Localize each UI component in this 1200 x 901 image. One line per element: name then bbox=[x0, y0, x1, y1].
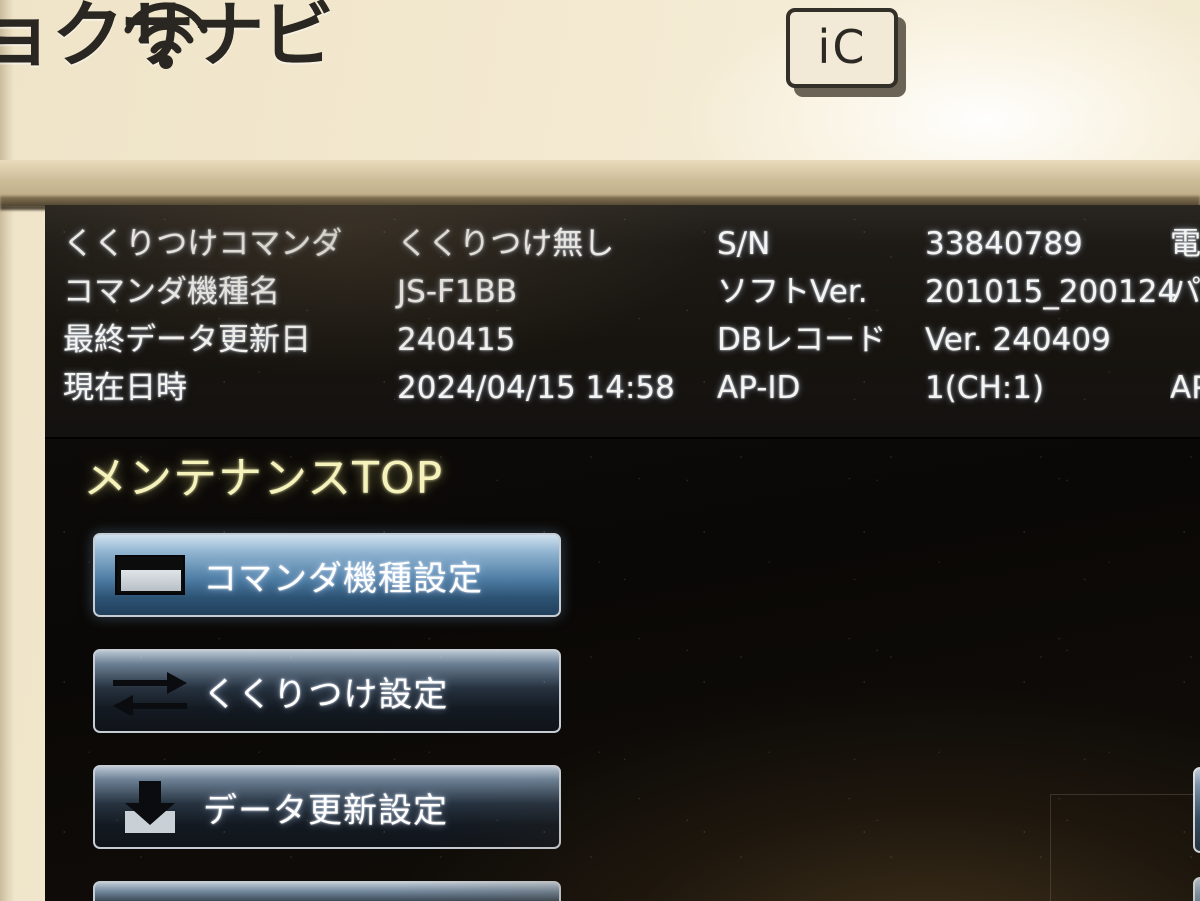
download-icon bbox=[125, 781, 175, 833]
info-value: JS-F1BB bbox=[397, 274, 518, 310]
side-button[interactable] bbox=[1193, 767, 1200, 853]
felica-ic-mark: iC bbox=[786, 8, 906, 97]
maintenance-menu-list: コマンダ機種設定 くくりつけ設定 データ更新設定 bbox=[93, 533, 561, 881]
side-button-column bbox=[1193, 767, 1200, 901]
icon-slot bbox=[95, 535, 203, 615]
menu-item-partial[interactable] bbox=[93, 881, 561, 901]
info-row: コマンダ機種名 JS-F1BB ソフトVer. 201015_200124 パ bbox=[45, 269, 1200, 317]
info-value: Ver. 240409 bbox=[925, 322, 1111, 358]
info-value: くくりつけ無し bbox=[397, 226, 615, 262]
ic-mark-label: iC bbox=[817, 19, 867, 74]
info-label: コマンダ機種名 bbox=[63, 274, 280, 310]
icon-slot bbox=[95, 767, 203, 847]
swap-arrows-icon bbox=[113, 672, 187, 715]
lcd-screen: くくりつけコマンダ くくりつけ無し S/N 33840789 電 コマンダ機種名… bbox=[45, 205, 1200, 901]
info-value: 201015_200124 bbox=[925, 274, 1178, 310]
terminal-photo: ョクサナビ iC くくりつけコマンダ くくりつけ無し S/N 33840789 … bbox=[0, 0, 1200, 901]
info-label-clipped: パ bbox=[1170, 274, 1200, 310]
commander-device-illustration bbox=[645, 894, 1065, 901]
menu-item-label: データ更新設定 bbox=[203, 790, 448, 831]
menu-item-commander-model-settings[interactable]: コマンダ機種設定 bbox=[93, 533, 561, 617]
info-label: 最終データ更新日 bbox=[63, 322, 311, 358]
menu-item-pairing-settings[interactable]: くくりつけ設定 bbox=[93, 649, 561, 733]
menu-item-label: くくりつけ設定 bbox=[203, 674, 449, 715]
info-label-clipped: AP bbox=[1170, 370, 1200, 406]
card-icon bbox=[115, 555, 185, 595]
info-label: ソフトVer. bbox=[717, 274, 868, 310]
info-row: 最終データ更新日 240415 DBレコード Ver. 240409 bbox=[45, 317, 1200, 365]
info-label: 現在日時 bbox=[63, 370, 187, 406]
bezel-left-edge bbox=[0, 0, 14, 901]
info-label: AP-ID bbox=[717, 370, 801, 406]
diagram-outline bbox=[1050, 794, 1200, 901]
wifi-icon bbox=[124, 2, 208, 69]
side-button[interactable] bbox=[1193, 877, 1200, 901]
info-label: S/N bbox=[717, 226, 771, 262]
info-value: 240415 bbox=[397, 322, 516, 358]
info-row: くくりつけコマンダ くくりつけ無し S/N 33840789 電 bbox=[45, 221, 1200, 269]
icon-slot bbox=[95, 651, 203, 731]
info-row: 現在日時 2024/04/15 14:58 AP-ID 1(CH:1) AP bbox=[45, 365, 1200, 413]
menu-item-data-update-settings[interactable]: データ更新設定 bbox=[93, 765, 561, 849]
page-title: メンテナンスTOP bbox=[83, 453, 444, 504]
info-value: 33840789 bbox=[925, 226, 1083, 262]
info-label: DBレコード bbox=[717, 322, 887, 358]
info-value: 2024/04/15 14:58 bbox=[397, 370, 675, 406]
menu-item-label: コマンダ機種設定 bbox=[203, 558, 483, 599]
info-label: くくりつけコマンダ bbox=[63, 226, 343, 262]
info-value: 1(CH:1) bbox=[925, 370, 1045, 406]
maintenance-top-screen: メンテナンスTOP コマンダ機種設定 くくりつけ設定 データ更新設定 bbox=[45, 439, 1200, 901]
status-info-bar: くくりつけコマンダ くくりつけ無し S/N 33840789 電 コマンダ機種名… bbox=[45, 205, 1200, 439]
ic-mark-body: iC bbox=[786, 8, 898, 88]
info-label-clipped: 電 bbox=[1170, 226, 1200, 262]
info-table: くくりつけコマンダ くくりつけ無し S/N 33840789 電 コマンダ機種名… bbox=[45, 221, 1200, 413]
